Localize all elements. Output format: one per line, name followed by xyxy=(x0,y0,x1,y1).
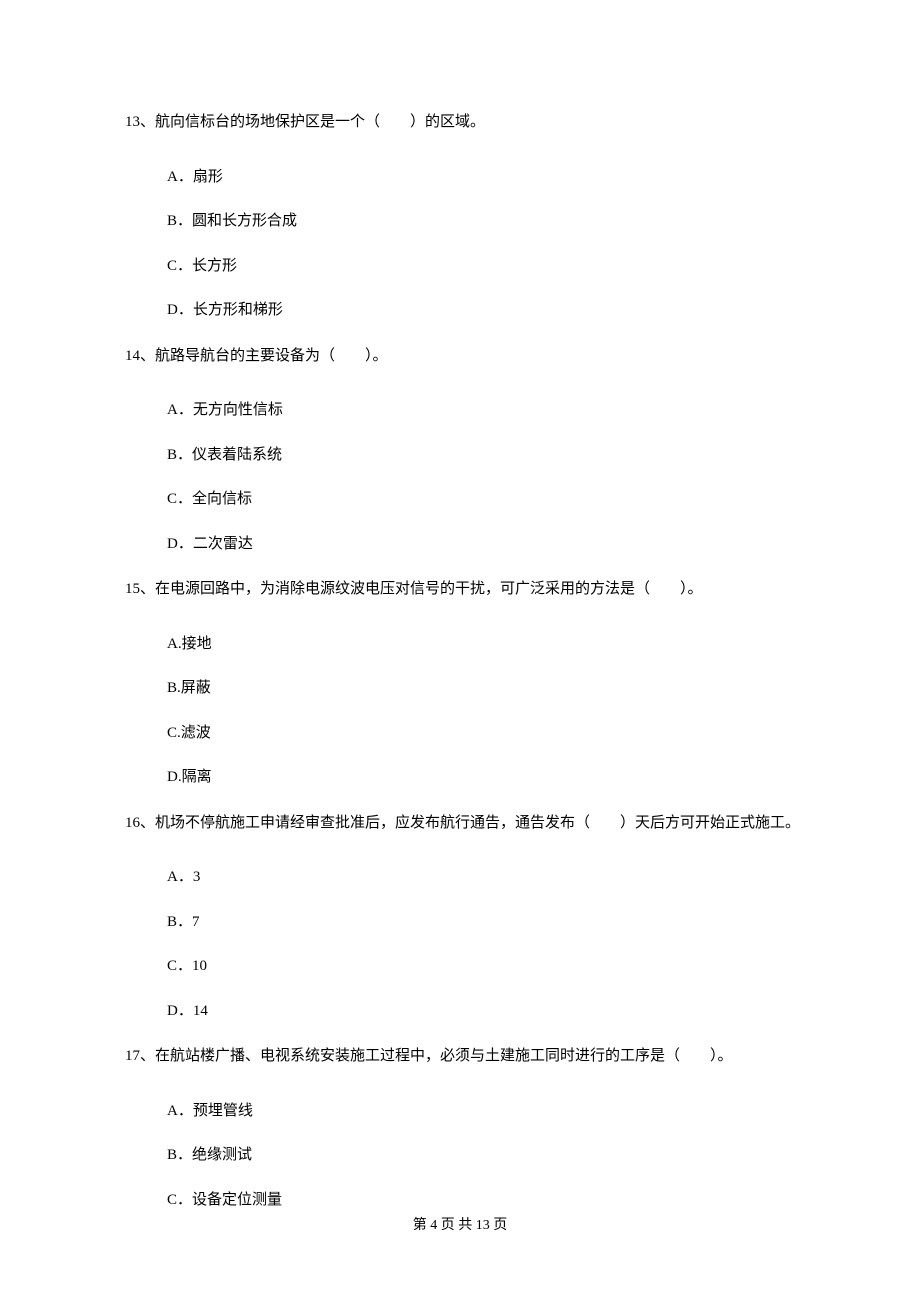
q17-option-a: A．预埋管线 xyxy=(167,1100,800,1123)
q17-option-c: C．设备定位测量 xyxy=(167,1189,800,1212)
q16-option-b: B．7 xyxy=(167,911,800,934)
q14-stem: 14、航路导航台的主要设备为（ ）。 xyxy=(125,344,800,370)
q15-option-a: A.接地 xyxy=(167,633,800,656)
q15-stem: 15、在电源回路中，为消除电源纹波电压对信号的干扰，可广泛采用的方法是（ ）。 xyxy=(125,577,800,603)
q14-option-d: D．二次雷达 xyxy=(167,533,800,556)
q15-option-b: B.屏蔽 xyxy=(167,677,800,700)
q16-option-d: D．14 xyxy=(167,1000,800,1023)
q14-option-b: B．仪表着陆系统 xyxy=(167,444,800,467)
q16-option-c: C．10 xyxy=(167,955,800,978)
q16-option-a: A．3 xyxy=(167,866,800,889)
q13-stem: 13、航向信标台的场地保护区是一个（ ）的区域。 xyxy=(125,110,800,136)
q15-option-d: D.隔离 xyxy=(167,766,800,789)
q17-option-b: B．绝缘测试 xyxy=(167,1144,800,1167)
q13-option-d: D．长方形和梯形 xyxy=(167,299,800,322)
q17-stem: 17、在航站楼广播、电视系统安装施工过程中，必须与土建施工同时进行的工序是（ ）… xyxy=(125,1044,800,1070)
q15-option-c: C.滤波 xyxy=(167,722,800,745)
q14-option-c: C．全向信标 xyxy=(167,488,800,511)
q13-option-b: B．圆和长方形合成 xyxy=(167,210,800,233)
q14-option-a: A．无方向性信标 xyxy=(167,399,800,422)
page-footer: 第 4 页 共 13 页 xyxy=(0,1214,920,1234)
q13-option-c: C．长方形 xyxy=(167,255,800,278)
q13-option-a: A．扇形 xyxy=(167,166,800,189)
q16-stem: 16、机场不停航施工申请经审查批准后，应发布航行通告，通告发布（ ）天后方可开始… xyxy=(125,811,800,837)
